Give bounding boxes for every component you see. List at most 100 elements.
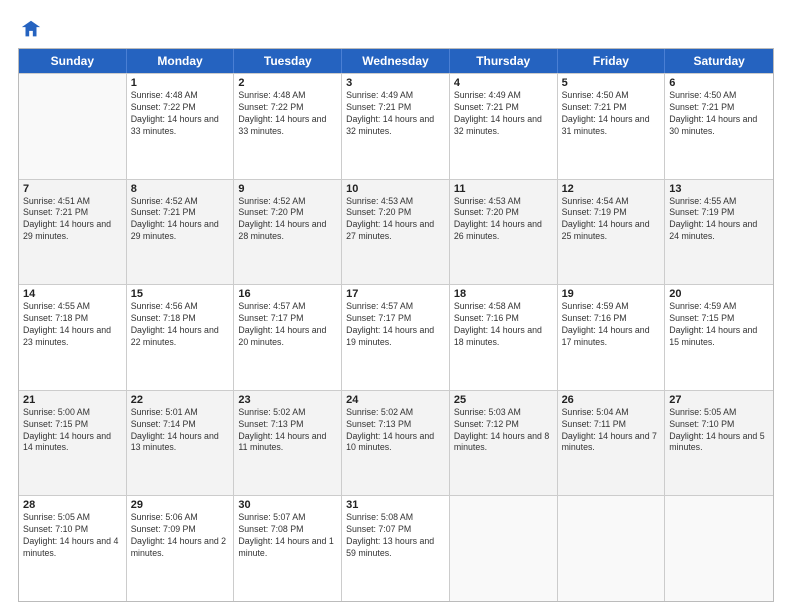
day-number: 9 [238,183,337,195]
day-number: 29 [131,499,230,511]
day-info: Sunrise: 4:48 AMSunset: 7:22 PMDaylight:… [131,90,230,138]
logo-icon [20,18,42,40]
day-number: 31 [346,499,445,511]
day-info: Sunrise: 5:02 AMSunset: 7:13 PMDaylight:… [346,407,445,455]
calendar-day-cell: 7 Sunrise: 4:51 AMSunset: 7:21 PMDayligh… [19,180,127,285]
calendar-header: SundayMondayTuesdayWednesdayThursdayFrid… [19,49,773,73]
day-info: Sunrise: 4:52 AMSunset: 7:20 PMDaylight:… [238,196,337,244]
calendar-day-cell [19,74,127,179]
day-number: 1 [131,77,230,89]
day-info: Sunrise: 4:57 AMSunset: 7:17 PMDaylight:… [346,301,445,349]
day-info: Sunrise: 4:55 AMSunset: 7:18 PMDaylight:… [23,301,122,349]
calendar-day-cell: 14 Sunrise: 4:55 AMSunset: 7:18 PMDaylig… [19,285,127,390]
calendar-day-cell: 9 Sunrise: 4:52 AMSunset: 7:20 PMDayligh… [234,180,342,285]
day-number: 12 [562,183,661,195]
calendar-week-row: 1 Sunrise: 4:48 AMSunset: 7:22 PMDayligh… [19,73,773,179]
day-info: Sunrise: 4:48 AMSunset: 7:22 PMDaylight:… [238,90,337,138]
day-number: 28 [23,499,122,511]
calendar-day-cell: 18 Sunrise: 4:58 AMSunset: 7:16 PMDaylig… [450,285,558,390]
calendar-day-cell: 8 Sunrise: 4:52 AMSunset: 7:21 PMDayligh… [127,180,235,285]
day-number: 2 [238,77,337,89]
calendar-day-cell [450,496,558,601]
day-info: Sunrise: 5:05 AMSunset: 7:10 PMDaylight:… [23,512,122,560]
calendar-day-cell: 29 Sunrise: 5:06 AMSunset: 7:09 PMDaylig… [127,496,235,601]
calendar-day-cell: 20 Sunrise: 4:59 AMSunset: 7:15 PMDaylig… [665,285,773,390]
day-number: 18 [454,288,553,300]
calendar-day-cell: 17 Sunrise: 4:57 AMSunset: 7:17 PMDaylig… [342,285,450,390]
calendar-day-cell: 6 Sunrise: 4:50 AMSunset: 7:21 PMDayligh… [665,74,773,179]
calendar-day-cell: 12 Sunrise: 4:54 AMSunset: 7:19 PMDaylig… [558,180,666,285]
calendar-day-cell: 10 Sunrise: 4:53 AMSunset: 7:20 PMDaylig… [342,180,450,285]
day-number: 7 [23,183,122,195]
day-info: Sunrise: 4:57 AMSunset: 7:17 PMDaylight:… [238,301,337,349]
calendar-day-cell: 30 Sunrise: 5:07 AMSunset: 7:08 PMDaylig… [234,496,342,601]
day-info: Sunrise: 4:59 AMSunset: 7:16 PMDaylight:… [562,301,661,349]
day-number: 13 [669,183,769,195]
day-number: 15 [131,288,230,300]
calendar-day-cell: 5 Sunrise: 4:50 AMSunset: 7:21 PMDayligh… [558,74,666,179]
calendar-week-row: 21 Sunrise: 5:00 AMSunset: 7:15 PMDaylig… [19,390,773,496]
day-number: 6 [669,77,769,89]
day-info: Sunrise: 5:03 AMSunset: 7:12 PMDaylight:… [454,407,553,455]
calendar-day-cell: 3 Sunrise: 4:49 AMSunset: 7:21 PMDayligh… [342,74,450,179]
day-info: Sunrise: 5:01 AMSunset: 7:14 PMDaylight:… [131,407,230,455]
calendar-day-cell: 19 Sunrise: 4:59 AMSunset: 7:16 PMDaylig… [558,285,666,390]
day-info: Sunrise: 4:49 AMSunset: 7:21 PMDaylight:… [346,90,445,138]
day-number: 27 [669,394,769,406]
day-number: 20 [669,288,769,300]
calendar-day-cell: 26 Sunrise: 5:04 AMSunset: 7:11 PMDaylig… [558,391,666,496]
day-info: Sunrise: 4:59 AMSunset: 7:15 PMDaylight:… [669,301,769,349]
calendar-week-row: 14 Sunrise: 4:55 AMSunset: 7:18 PMDaylig… [19,284,773,390]
day-info: Sunrise: 4:50 AMSunset: 7:21 PMDaylight:… [562,90,661,138]
calendar-body: 1 Sunrise: 4:48 AMSunset: 7:22 PMDayligh… [19,73,773,601]
day-number: 17 [346,288,445,300]
day-info: Sunrise: 4:51 AMSunset: 7:21 PMDaylight:… [23,196,122,244]
day-number: 8 [131,183,230,195]
day-number: 23 [238,394,337,406]
calendar-day-cell: 11 Sunrise: 4:53 AMSunset: 7:20 PMDaylig… [450,180,558,285]
day-info: Sunrise: 5:00 AMSunset: 7:15 PMDaylight:… [23,407,122,455]
day-info: Sunrise: 5:04 AMSunset: 7:11 PMDaylight:… [562,407,661,455]
day-info: Sunrise: 4:56 AMSunset: 7:18 PMDaylight:… [131,301,230,349]
calendar-header-cell: Saturday [665,49,773,73]
day-info: Sunrise: 5:08 AMSunset: 7:07 PMDaylight:… [346,512,445,560]
calendar-day-cell: 31 Sunrise: 5:08 AMSunset: 7:07 PMDaylig… [342,496,450,601]
calendar-header-cell: Sunday [19,49,127,73]
calendar-week-row: 7 Sunrise: 4:51 AMSunset: 7:21 PMDayligh… [19,179,773,285]
day-info: Sunrise: 5:07 AMSunset: 7:08 PMDaylight:… [238,512,337,560]
day-number: 21 [23,394,122,406]
day-info: Sunrise: 4:50 AMSunset: 7:21 PMDaylight:… [669,90,769,138]
day-number: 4 [454,77,553,89]
day-number: 30 [238,499,337,511]
calendar-day-cell: 24 Sunrise: 5:02 AMSunset: 7:13 PMDaylig… [342,391,450,496]
calendar-day-cell: 23 Sunrise: 5:02 AMSunset: 7:13 PMDaylig… [234,391,342,496]
calendar-day-cell: 27 Sunrise: 5:05 AMSunset: 7:10 PMDaylig… [665,391,773,496]
calendar-header-cell: Thursday [450,49,558,73]
day-number: 14 [23,288,122,300]
calendar-header-cell: Monday [127,49,235,73]
day-info: Sunrise: 5:02 AMSunset: 7:13 PMDaylight:… [238,407,337,455]
day-number: 19 [562,288,661,300]
day-number: 24 [346,394,445,406]
day-info: Sunrise: 4:58 AMSunset: 7:16 PMDaylight:… [454,301,553,349]
day-info: Sunrise: 5:05 AMSunset: 7:10 PMDaylight:… [669,407,769,455]
calendar-header-cell: Friday [558,49,666,73]
day-info: Sunrise: 4:53 AMSunset: 7:20 PMDaylight:… [454,196,553,244]
calendar-day-cell: 2 Sunrise: 4:48 AMSunset: 7:22 PMDayligh… [234,74,342,179]
page: SundayMondayTuesdayWednesdayThursdayFrid… [0,0,792,612]
calendar-day-cell: 13 Sunrise: 4:55 AMSunset: 7:19 PMDaylig… [665,180,773,285]
day-number: 11 [454,183,553,195]
day-info: Sunrise: 4:54 AMSunset: 7:19 PMDaylight:… [562,196,661,244]
logo [18,18,42,40]
calendar-day-cell [665,496,773,601]
calendar-day-cell: 4 Sunrise: 4:49 AMSunset: 7:21 PMDayligh… [450,74,558,179]
day-number: 3 [346,77,445,89]
calendar: SundayMondayTuesdayWednesdayThursdayFrid… [18,48,774,602]
calendar-day-cell: 1 Sunrise: 4:48 AMSunset: 7:22 PMDayligh… [127,74,235,179]
calendar-day-cell: 22 Sunrise: 5:01 AMSunset: 7:14 PMDaylig… [127,391,235,496]
day-number: 5 [562,77,661,89]
day-info: Sunrise: 4:52 AMSunset: 7:21 PMDaylight:… [131,196,230,244]
calendar-header-cell: Wednesday [342,49,450,73]
day-number: 10 [346,183,445,195]
calendar-day-cell: 16 Sunrise: 4:57 AMSunset: 7:17 PMDaylig… [234,285,342,390]
